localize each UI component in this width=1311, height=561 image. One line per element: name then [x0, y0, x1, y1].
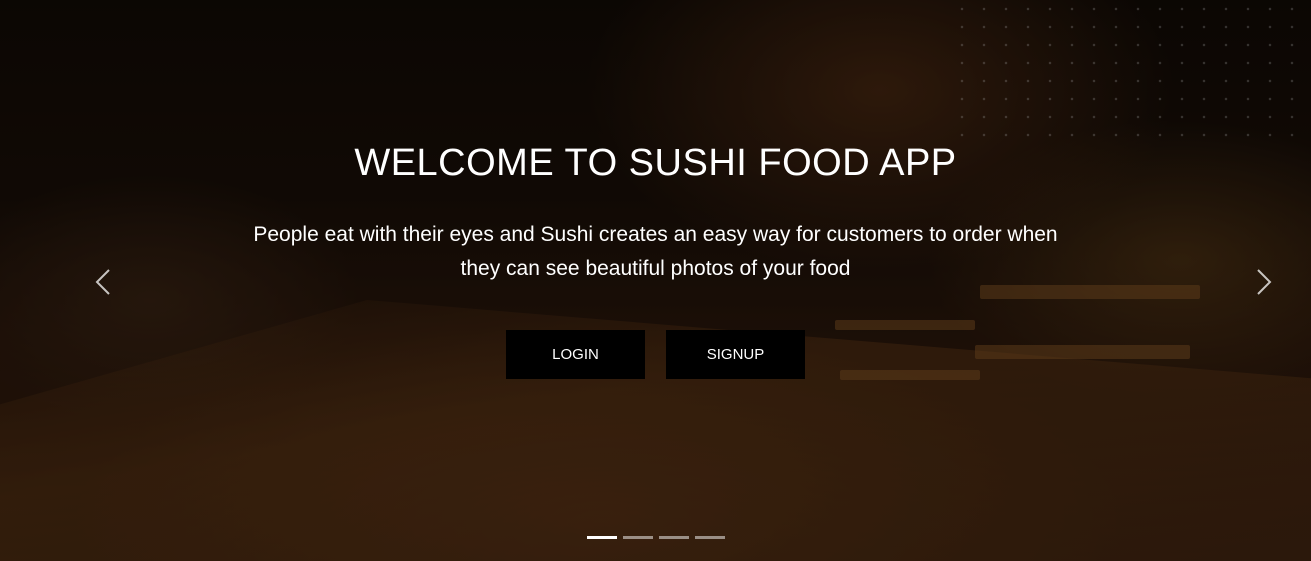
chevron-left-icon — [95, 269, 110, 295]
auth-buttons: LOGIN SIGNUP — [0, 330, 1311, 379]
chevron-right-icon — [1257, 269, 1272, 295]
signup-button[interactable]: SIGNUP — [666, 330, 805, 379]
carousel-indicator-2[interactable] — [622, 536, 653, 539]
hero-title: WELCOME TO SUSHI FOOD APP — [354, 142, 957, 184]
carousel-prev-button[interactable] — [88, 262, 118, 302]
carousel-indicators — [0, 536, 1311, 539]
carousel-indicator-4[interactable] — [694, 536, 725, 539]
carousel-indicator-3[interactable] — [658, 536, 689, 539]
carousel-next-button[interactable] — [1249, 262, 1279, 302]
hero-caption: WELCOME TO SUSHI FOOD APP People eat wit… — [0, 140, 1311, 379]
hero-subtitle: People eat with their eyes and Sushi cre… — [253, 223, 1058, 280]
login-button[interactable]: LOGIN — [506, 330, 645, 379]
hero-carousel: WELCOME TO SUSHI FOOD APP People eat wit… — [0, 0, 1311, 561]
carousel-indicator-1[interactable] — [586, 536, 617, 539]
